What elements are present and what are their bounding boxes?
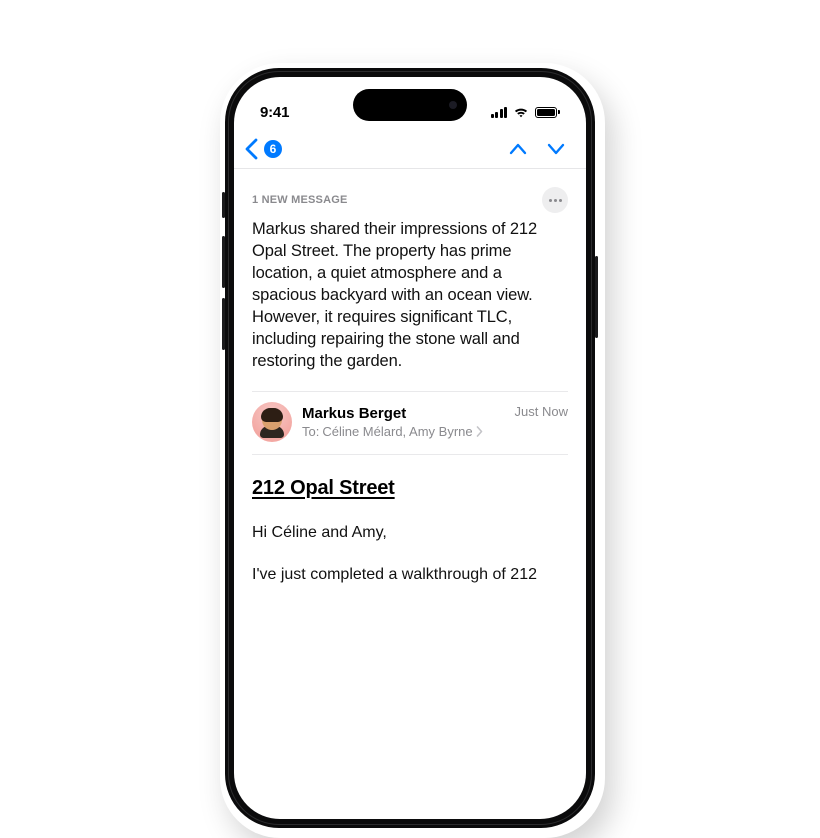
sender-header[interactable]: Markus Berget To: Céline Mélard, Amy Byr… [252,391,568,455]
back-button[interactable] [244,138,258,160]
email-body: Hi Céline and Amy, I've just completed a… [252,522,568,587]
dynamic-island [353,89,467,121]
to-label: To: [302,424,319,439]
volume-up-button [222,236,225,288]
more-options-button[interactable] [542,187,568,213]
email-greeting: Hi Céline and Amy, [252,522,568,544]
sender-name: Markus Berget [302,405,483,422]
battery-icon [535,107,560,118]
message-timestamp: Just Now [515,402,568,419]
message-summary-text: Markus shared their impressions of 212 O… [252,219,568,373]
email-subject: 212 Opal Street [252,477,568,500]
silence-switch [222,192,225,218]
status-time: 9:41 [260,104,289,121]
summary-section-label: 1 NEW MESSAGE [252,194,348,206]
wifi-icon [513,106,529,118]
side-button [595,256,598,338]
recipients-line[interactable]: To: Céline Mélard, Amy Byrne [302,424,483,439]
unread-count-badge[interactable]: 6 [264,140,282,158]
cellular-signal-icon [491,107,508,118]
volume-down-button [222,298,225,350]
next-message-button[interactable] [546,142,566,156]
recipients-names: Céline Mélard, Amy Byrne [322,424,472,439]
previous-message-button[interactable] [508,142,528,156]
chevron-right-icon [476,426,483,437]
sender-avatar[interactable] [252,402,292,442]
email-body-line: I've just completed a walkthrough of 212 [252,564,568,586]
